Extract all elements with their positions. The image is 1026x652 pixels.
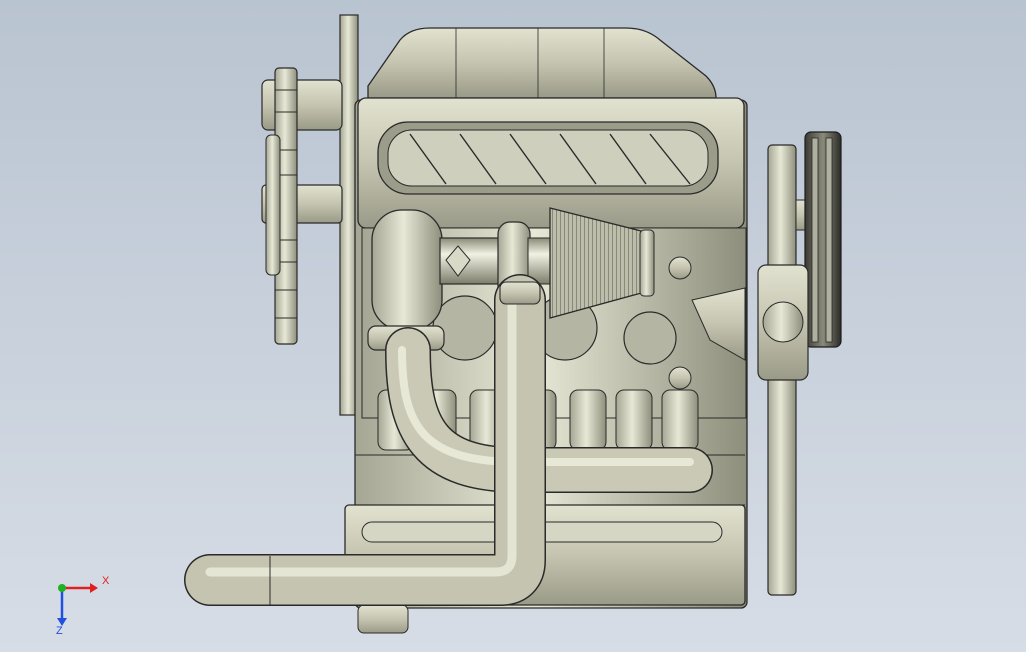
x-axis-arrow <box>90 583 98 593</box>
front-pulley <box>757 131 842 596</box>
sprocket-group <box>261 14 359 416</box>
y-axis-dot <box>58 584 66 592</box>
z-axis-label: Z <box>56 625 63 637</box>
x-axis-label: X <box>102 575 110 587</box>
orientation-triad: X Z <box>56 575 110 637</box>
3d-viewport[interactable]: X Z <box>0 0 1026 652</box>
engine-model[interactable] <box>0 0 1026 652</box>
